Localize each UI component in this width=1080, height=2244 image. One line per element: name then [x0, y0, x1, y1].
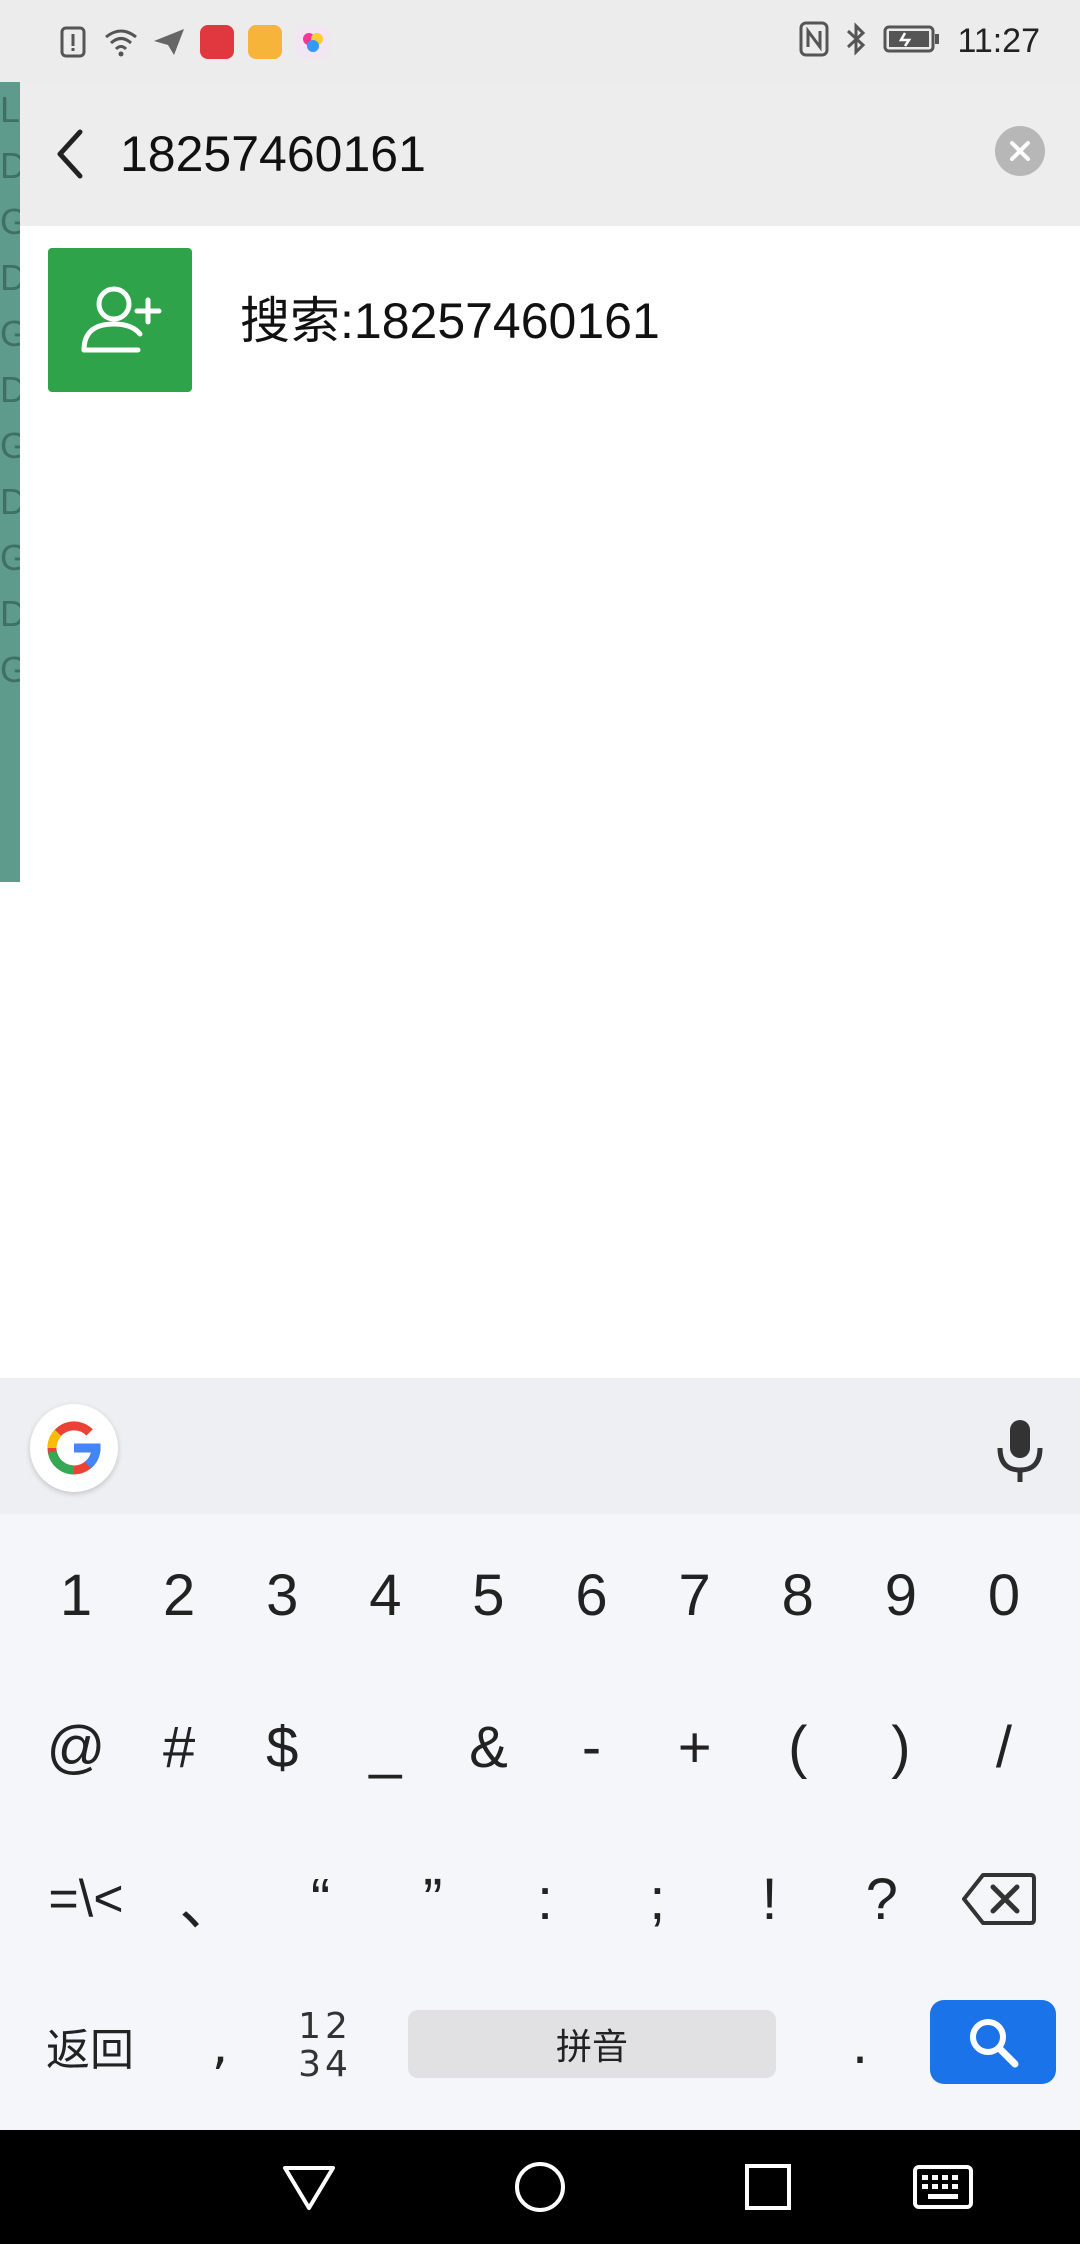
back-button[interactable]	[50, 122, 110, 186]
keyboard-row-punctuation: =\< 、 “ ” : ; ! ?	[0, 1824, 1080, 1974]
key[interactable]: 8	[748, 1540, 848, 1650]
key[interactable]: ”	[383, 1844, 483, 1954]
bluetooth-icon	[845, 21, 867, 61]
key[interactable]: !	[720, 1844, 820, 1954]
key[interactable]: 、	[158, 1844, 258, 1954]
key[interactable]: $	[232, 1692, 332, 1802]
nav-home-button[interactable]	[505, 2152, 575, 2222]
wifi-icon	[104, 25, 138, 59]
edge-letter: G	[0, 313, 20, 354]
keyboard-icon	[913, 2165, 973, 2209]
backspace-icon	[962, 1873, 1036, 1925]
key[interactable]: “	[271, 1844, 371, 1954]
more-symbols-key[interactable]: =\<	[26, 1844, 146, 1954]
key[interactable]: 9	[851, 1540, 951, 1650]
keyboard-row-symbols: @ # $ _ & - + ( ) /	[0, 1672, 1080, 1822]
edge-letter: G	[0, 201, 20, 242]
microphone-icon[interactable]	[990, 1416, 1050, 1486]
key[interactable]: 3	[232, 1540, 332, 1650]
square-recents-icon	[745, 2164, 791, 2210]
edge-letter: G	[0, 649, 20, 690]
key[interactable]: +	[645, 1692, 745, 1802]
key[interactable]: 2	[129, 1540, 229, 1650]
key[interactable]: 1	[26, 1540, 126, 1650]
edge-letters: L D G D G D G D G D G	[0, 82, 20, 698]
keyboard-toggle-button[interactable]	[908, 2152, 978, 2222]
keyboard-row-numbers: 1 2 3 4 5 6 7 8 9 0	[0, 1520, 1080, 1670]
nav-back-button[interactable]	[274, 2152, 344, 2222]
key[interactable]: 0	[954, 1540, 1054, 1650]
nfc-icon	[799, 21, 829, 61]
period-key[interactable]: .	[840, 2006, 880, 2086]
keyboard-suggestion-bar	[0, 1378, 1080, 1514]
search-result-label: 搜索:18257460161	[240, 293, 660, 349]
search-header: 18257460161	[20, 82, 1080, 226]
backspace-key[interactable]	[944, 1844, 1054, 1954]
search-result-item[interactable]: 搜索:18257460161	[20, 226, 1080, 396]
yellow-app-icon	[248, 25, 282, 59]
status-bar: 11:27	[0, 0, 1080, 82]
photos-app-icon	[296, 25, 330, 59]
search-key[interactable]	[930, 2000, 1056, 2084]
number-layout-top: 12	[298, 2006, 352, 2047]
clear-search-button[interactable]	[995, 126, 1045, 176]
circle-home-icon	[515, 2162, 565, 2212]
key[interactable]: 5	[438, 1540, 538, 1650]
edge-letter: D	[0, 257, 20, 298]
key[interactable]: )	[851, 1692, 951, 1802]
key[interactable]: _	[335, 1692, 435, 1802]
google-logo-icon[interactable]	[30, 1404, 118, 1492]
edge-letter: D	[0, 145, 20, 186]
huawei-app-icon	[200, 25, 234, 59]
key[interactable]: -	[542, 1692, 642, 1802]
key[interactable]: (	[748, 1692, 848, 1802]
triangle-back-icon	[283, 2166, 335, 2210]
key[interactable]: #	[129, 1692, 229, 1802]
comma-key[interactable]: ,	[200, 2006, 240, 2086]
status-right: 11:27	[799, 18, 1040, 64]
key[interactable]: ?	[832, 1844, 932, 1954]
return-key[interactable]: 返回	[40, 2006, 140, 2086]
navigation-bar	[0, 2130, 1080, 2244]
background-app-edge: L D G D G D G D G D G	[0, 82, 20, 882]
key[interactable]: 4	[335, 1540, 435, 1650]
key[interactable]: 7	[645, 1540, 745, 1650]
send-icon	[152, 25, 186, 59]
edge-letter: L	[0, 89, 20, 130]
alert-icon	[56, 25, 90, 59]
space-key[interactable]: 拼音	[408, 2010, 776, 2078]
number-layout-bottom: 34	[298, 2044, 352, 2085]
edge-letter: D	[0, 369, 20, 410]
number-layout-key[interactable]: 12 34	[290, 2008, 360, 2088]
edge-letter: D	[0, 593, 20, 634]
chevron-left-icon	[57, 129, 83, 179]
edge-letter: G	[0, 537, 20, 578]
key[interactable]: @	[26, 1692, 126, 1802]
search-input[interactable]: 18257460161	[120, 122, 426, 186]
key[interactable]: 6	[542, 1540, 642, 1650]
search-icon	[970, 2019, 1019, 2068]
battery-icon	[883, 24, 941, 58]
close-icon	[1010, 141, 1030, 161]
key[interactable]: &	[438, 1692, 538, 1802]
status-time: 11:27	[957, 21, 1040, 60]
edge-letter: G	[0, 425, 20, 466]
key[interactable]: /	[954, 1692, 1054, 1802]
edge-letter: D	[0, 481, 20, 522]
nav-recents-button[interactable]	[733, 2152, 803, 2222]
status-left-icons	[56, 22, 330, 62]
add-contact-icon	[48, 248, 192, 392]
key[interactable]: ;	[607, 1844, 707, 1954]
key[interactable]: :	[495, 1844, 595, 1954]
keyboard-row-bottom: 返回 , 12 34 拼音 .	[0, 1986, 1080, 2106]
